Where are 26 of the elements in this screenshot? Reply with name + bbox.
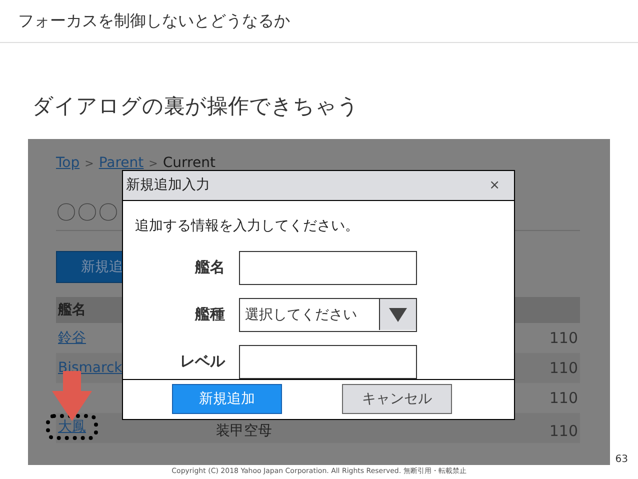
table-cell: 110: [549, 422, 578, 440]
down-arrow-icon: [52, 371, 92, 421]
breadcrumb-separator: >: [84, 157, 94, 170]
close-button[interactable]: ×: [489, 178, 500, 193]
column-header: 艦名: [58, 301, 86, 319]
page-number: 63: [615, 454, 628, 465]
table-cell: 110: [549, 359, 578, 377]
slide-title: フォーカスを制御しないとどうなるか: [18, 10, 290, 32]
breadcrumb-current: Current: [162, 155, 216, 171]
table-cell-text: 装甲空母: [216, 422, 273, 440]
ship-name-link[interactable]: 鈴谷: [46, 325, 98, 351]
breadcrumb-link[interactable]: Parent: [98, 155, 144, 171]
slide-heading: ダイアログの裏が操作できちゃう: [32, 93, 360, 120]
field-label: 艦種: [194, 305, 225, 324]
breadcrumb-separator: >: [148, 157, 158, 170]
add-button[interactable]: 新規追加: [172, 384, 282, 414]
table-cell: 110: [549, 329, 578, 347]
input-field[interactable]: [239, 250, 417, 285]
input-field[interactable]: [239, 344, 417, 379]
table-cell: 110: [549, 389, 578, 407]
select-field[interactable]: 選択してください: [239, 298, 417, 332]
cancel-button[interactable]: キャンセル: [342, 384, 452, 414]
field-label: 艦名: [194, 258, 225, 278]
breadcrumb-link[interactable]: Top: [56, 155, 80, 171]
dialog-title: 新規追加入力: [126, 176, 210, 194]
field-label: レベル: [179, 352, 225, 372]
